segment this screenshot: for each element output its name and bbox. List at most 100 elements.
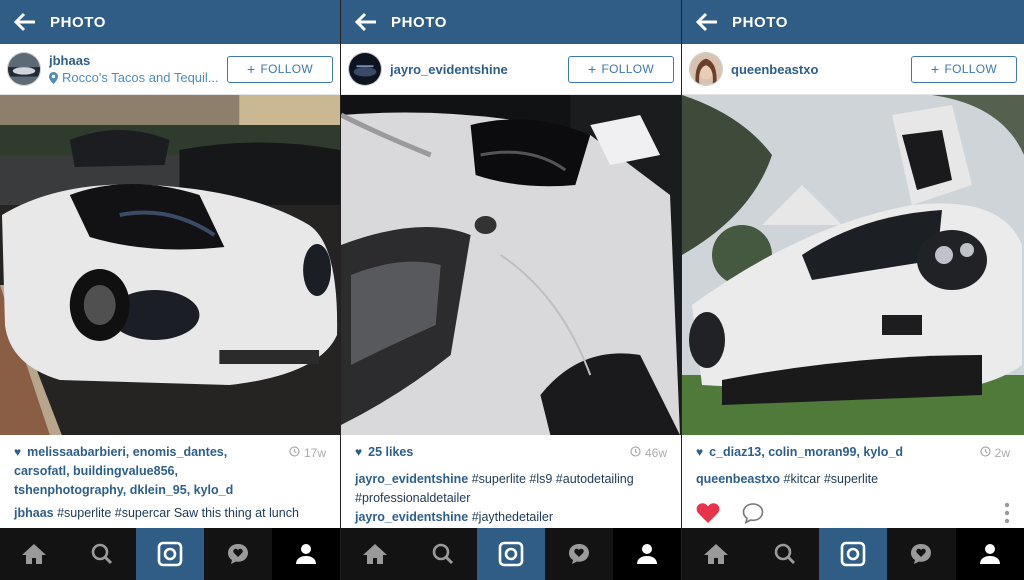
tab-camera[interactable] xyxy=(477,528,545,580)
likes-line-1[interactable]: melissaabarbieri, enomis_dantes, xyxy=(27,445,227,459)
home-icon xyxy=(22,544,46,564)
tab-activity[interactable] xyxy=(887,528,955,580)
caption-text: #superlite #ls9 #autodetailing xyxy=(471,472,634,486)
top-bar: PHOTO xyxy=(682,0,1024,44)
back-arrow-icon[interactable] xyxy=(341,0,391,44)
post-time: 17w xyxy=(289,443,326,500)
avatar[interactable] xyxy=(348,52,382,86)
tab-bar xyxy=(341,528,681,580)
tab-search[interactable] xyxy=(409,528,477,580)
activity-icon xyxy=(569,544,589,564)
post-actions xyxy=(682,498,1024,528)
likes-heart-icon: ♥ xyxy=(14,445,22,459)
home-icon xyxy=(363,544,387,564)
search-icon xyxy=(91,543,113,565)
tab-search[interactable] xyxy=(68,528,136,580)
time-text: 46w xyxy=(644,446,667,460)
post-header: jbhaas Rocco's Tacos and Tequil... + FOLL… xyxy=(0,44,340,95)
home-icon xyxy=(704,544,729,564)
clock-icon xyxy=(630,446,641,457)
post-meta: ♥ c_diaz13, colin_moran99, kylo_d 2w quee… xyxy=(682,435,1024,489)
plus-icon: + xyxy=(588,61,597,77)
caption: jbhaas #superlite #supercar Saw this thi… xyxy=(14,504,326,523)
post-header: jayro_evidentshine + FOLLOW xyxy=(341,44,681,95)
search-icon xyxy=(774,543,795,565)
tab-search[interactable] xyxy=(750,528,818,580)
camera-icon xyxy=(157,541,183,567)
post-header: queenbeastxo + FOLLOW xyxy=(682,44,1024,95)
tab-bar xyxy=(682,528,1024,580)
tab-camera[interactable] xyxy=(136,528,204,580)
caption-user[interactable]: jbhaas xyxy=(14,506,54,520)
time-text: 17w xyxy=(303,446,326,460)
post-panel-2: PHOTO jayro_evidentshine + FOLLOW ♥ 25 l… xyxy=(341,0,682,580)
caption-text-line-2: #professionaldetailer xyxy=(355,491,471,505)
likes-line-2[interactable]: carsofatl, buildingvalue856, xyxy=(14,464,178,478)
likes-names[interactable]: c_diaz13, colin_moran99, kylo_d xyxy=(709,445,903,459)
page-title: PHOTO xyxy=(391,13,448,31)
location-text: Rocco's Tacos and Tequil... xyxy=(62,70,219,85)
page-title: PHOTO xyxy=(732,13,789,31)
camera-icon xyxy=(840,541,866,567)
username[interactable]: queenbeastxo xyxy=(731,62,911,77)
caption-2: jayro_evidentshine #jaythedetailer xyxy=(355,508,667,527)
more-options-icon[interactable] xyxy=(1004,502,1010,524)
caption-text: #jaythedetailer xyxy=(471,510,554,524)
plus-icon: + xyxy=(931,61,940,77)
likes-line-3[interactable]: tshenphotography, dklein_95, kylo_d xyxy=(14,483,233,497)
follow-button[interactable]: + FOLLOW xyxy=(227,55,333,83)
likes-heart-icon: ♥ xyxy=(696,445,704,459)
username[interactable]: jayro_evidentshine xyxy=(390,62,568,77)
tab-profile[interactable] xyxy=(955,528,1024,580)
time-text: 2w xyxy=(994,446,1010,460)
likes-heart-icon: ♥ xyxy=(355,445,363,459)
top-bar: PHOTO xyxy=(341,0,681,44)
camera-icon xyxy=(498,541,524,567)
follow-button[interactable]: + FOLLOW xyxy=(568,55,674,83)
caption-1: jayro_evidentshine #superlite #ls9 #auto… xyxy=(355,470,667,508)
tab-home[interactable] xyxy=(682,528,750,580)
location-pin-icon xyxy=(49,71,58,84)
back-arrow-icon[interactable] xyxy=(682,0,732,44)
caption-user[interactable]: jayro_evidentshine xyxy=(355,510,468,524)
username[interactable]: jbhaas xyxy=(49,53,227,68)
top-bar: PHOTO xyxy=(0,0,340,44)
post-photo[interactable] xyxy=(0,95,340,435)
follow-label: FOLLOW xyxy=(260,62,313,76)
post-photo[interactable] xyxy=(341,95,681,435)
post-panel-1: PHOTO jbhaas Rocco's Tacos and Tequil...… xyxy=(0,0,341,580)
caption-user[interactable]: jayro_evidentshine xyxy=(355,472,468,486)
follow-button[interactable]: + FOLLOW xyxy=(911,55,1017,83)
search-icon xyxy=(432,543,454,565)
avatar[interactable] xyxy=(689,52,723,86)
tab-home[interactable] xyxy=(341,528,409,580)
post-meta: ♥ melissaabarbieri, enomis_dantes, carsof… xyxy=(0,435,340,523)
tab-camera[interactable] xyxy=(818,528,888,580)
back-arrow-icon[interactable] xyxy=(0,0,50,44)
post-photo[interactable] xyxy=(682,95,1024,435)
follow-label: FOLLOW xyxy=(944,62,997,76)
likes-count[interactable]: 25 likes xyxy=(368,445,413,459)
profile-icon xyxy=(296,544,316,564)
caption-text: #superlite #supercar Saw this thing at l… xyxy=(57,506,299,520)
location-link[interactable]: Rocco's Tacos and Tequil... xyxy=(49,70,227,85)
post-time: 2w xyxy=(980,443,1010,463)
plus-icon: + xyxy=(247,61,256,77)
like-heart-icon[interactable] xyxy=(696,502,720,524)
tab-activity[interactable] xyxy=(545,528,613,580)
profile-icon xyxy=(637,544,657,564)
caption: queenbeastxo #kitcar #superlite xyxy=(696,470,1010,489)
follow-label: FOLLOW xyxy=(601,62,654,76)
post-time: 46w xyxy=(630,443,667,463)
tab-activity[interactable] xyxy=(204,528,272,580)
tab-bar xyxy=(0,528,340,580)
caption-user[interactable]: queenbeastxo xyxy=(696,472,780,486)
comment-icon[interactable] xyxy=(741,502,765,524)
tab-profile[interactable] xyxy=(272,528,340,580)
clock-icon xyxy=(980,446,991,457)
post-panel-3: PHOTO queenbeastxo + FOLLOW ♥ c_diaz13, … xyxy=(682,0,1024,580)
tab-profile[interactable] xyxy=(613,528,681,580)
avatar[interactable] xyxy=(7,52,41,86)
profile-icon xyxy=(979,544,1000,564)
tab-home[interactable] xyxy=(0,528,68,580)
